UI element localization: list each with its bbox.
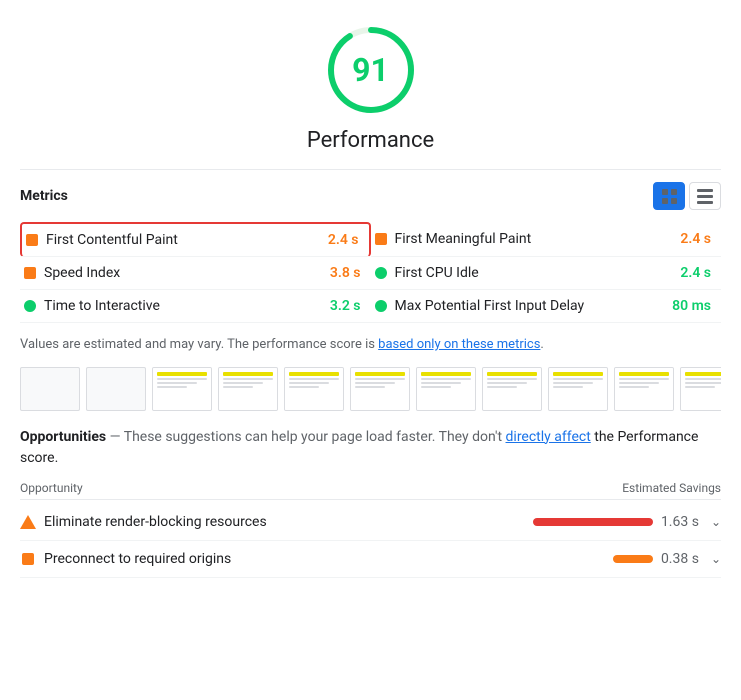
opportunity-row-2[interactable]: Preconnect to required origins 0.38 s ⌄ xyxy=(20,541,721,578)
metrics-link[interactable]: based only on these metrics xyxy=(378,337,540,352)
filmstrip-frame xyxy=(284,367,344,411)
metric-dot-orange xyxy=(26,234,38,246)
opportunities-title: Opportunities xyxy=(20,429,106,445)
metric-value-fcp: 2.4 s xyxy=(328,232,365,248)
info-text: Values are estimated and may vary. The p… xyxy=(20,335,721,355)
grid-view-button[interactable] xyxy=(653,182,685,210)
score-label: Performance xyxy=(307,128,434,153)
metric-first-contentful-paint: First Contentful Paint 2.4 s xyxy=(20,222,371,257)
metric-value-fmp: 2.4 s xyxy=(680,231,717,247)
opp-savings-1: 1.63 s ⌄ xyxy=(533,514,721,530)
filmstrip-frame xyxy=(614,367,674,411)
metric-first-meaningful-paint: First Meaningful Paint 2.4 s xyxy=(371,222,722,257)
metric-name: Time to Interactive xyxy=(44,298,322,314)
metric-time-to-interactive: Time to Interactive 3.2 s xyxy=(20,290,371,323)
chevron-down-icon: ⌄ xyxy=(711,515,721,529)
opportunities-desc: — These suggestions can help your page l… xyxy=(106,429,505,445)
score-circle: 91 xyxy=(321,20,421,120)
col-opportunity: Opportunity xyxy=(20,481,83,495)
metric-name: Speed Index xyxy=(44,265,322,281)
filmstrip-frame xyxy=(152,367,212,411)
opp-savings-value-1: 1.63 s xyxy=(661,514,699,530)
square-icon xyxy=(22,553,34,565)
directly-affect-link[interactable]: directly affect xyxy=(506,429,591,445)
metric-value-tti: 3.2 s xyxy=(330,298,367,314)
opp-savings-value-2: 0.38 s xyxy=(661,551,699,567)
score-section: 91 Performance xyxy=(20,20,721,153)
metric-name: Max Potential First Input Delay xyxy=(395,298,665,314)
triangle-icon xyxy=(20,515,36,529)
metric-name: First CPU Idle xyxy=(395,265,673,281)
opportunities-table-header: Opportunity Estimated Savings xyxy=(20,477,721,500)
list-icon xyxy=(697,189,713,204)
opportunities-header: Opportunities — These suggestions can he… xyxy=(20,427,721,469)
metric-name: First Meaningful Paint xyxy=(395,231,673,247)
opp-bar-2 xyxy=(613,555,653,563)
metrics-grid: First Contentful Paint 2.4 s First Meani… xyxy=(20,222,721,323)
square-orange-icon xyxy=(20,551,36,567)
metric-dot-green xyxy=(24,300,36,312)
metric-dot-orange xyxy=(24,267,36,279)
filmstrip-frame xyxy=(482,367,542,411)
metric-value-fci: 2.4 s xyxy=(680,265,717,281)
opportunities-section: Opportunities — These suggestions can he… xyxy=(20,427,721,578)
metric-dot-green xyxy=(375,267,387,279)
opp-name-2: Preconnect to required origins xyxy=(44,551,605,567)
score-value: 91 xyxy=(352,51,389,89)
opp-bar-1 xyxy=(533,518,653,526)
metric-speed-index: Speed Index 3.8 s xyxy=(20,257,371,290)
opportunity-row-1[interactable]: Eliminate render-blocking resources 1.63… xyxy=(20,504,721,541)
view-toggle xyxy=(653,182,721,210)
metric-value-si: 3.8 s xyxy=(330,265,367,281)
warning-triangle-icon xyxy=(20,514,36,530)
metrics-title: Metrics xyxy=(20,188,68,204)
filmstrip-frame xyxy=(218,367,278,411)
metric-first-cpu-idle: First CPU Idle 2.4 s xyxy=(371,257,722,290)
filmstrip-frame xyxy=(350,367,410,411)
list-view-button[interactable] xyxy=(689,182,721,210)
filmstrip-frame xyxy=(416,367,476,411)
metric-dot-green xyxy=(375,300,387,312)
opp-name-1: Eliminate render-blocking resources xyxy=(44,514,525,530)
filmstrip-frame xyxy=(680,367,721,411)
filmstrip-frame xyxy=(548,367,608,411)
grid-icon xyxy=(662,189,677,204)
col-savings: Estimated Savings xyxy=(622,481,721,495)
metric-dot-orange xyxy=(375,233,387,245)
filmstrip xyxy=(20,367,721,411)
opp-savings-2: 0.38 s ⌄ xyxy=(613,551,721,567)
filmstrip-frame xyxy=(20,367,80,411)
metric-name: First Contentful Paint xyxy=(46,232,320,248)
chevron-down-icon: ⌄ xyxy=(711,552,721,566)
metric-max-fid: Max Potential First Input Delay 80 ms xyxy=(371,290,722,323)
metrics-section: Metrics First Contentful Paint 2.4 s Fir… xyxy=(20,169,721,323)
metrics-header: Metrics xyxy=(20,182,721,210)
metric-value-fid: 80 ms xyxy=(672,298,717,314)
filmstrip-frame xyxy=(86,367,146,411)
